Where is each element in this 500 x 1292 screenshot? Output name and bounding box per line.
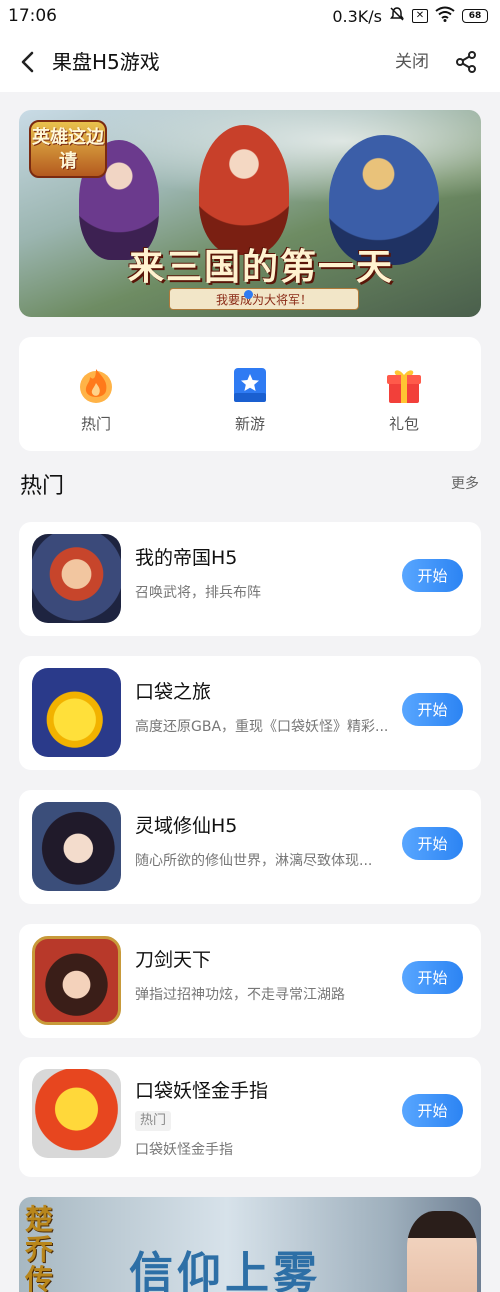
nav-label-new: 新游	[234, 415, 265, 433]
banner2-character	[407, 1211, 477, 1292]
network-speed: 0.3K/s	[332, 6, 382, 26]
status-bar: 17:06 0.3K/s ✕ 68	[0, 0, 500, 32]
share-icon[interactable]	[452, 48, 480, 76]
game-name: 刀剑天下	[135, 949, 212, 971]
section-title: 热门	[20, 474, 65, 499]
sim-blocked-icon: ✕	[412, 9, 428, 23]
status-icons: 0.3K/s ✕ 68	[332, 6, 488, 26]
carousel-indicator-dot[interactable]	[244, 290, 253, 299]
nav-item-hot[interactable]: 热门	[19, 337, 173, 451]
game-card[interactable]: 口袋妖怪金手指 热门 口袋妖怪金手指 开始	[19, 1057, 481, 1177]
game-description: 随心所欲的修仙世界，淋漓尽致体现...	[135, 853, 373, 869]
close-button[interactable]: 关闭	[395, 49, 429, 75]
wifi-icon	[435, 6, 455, 26]
start-button[interactable]: 开始	[402, 827, 463, 860]
game-icon-pocket-journey	[32, 668, 121, 757]
game-card[interactable]: 灵域修仙H5 随心所欲的修仙世界，淋漓尽致体现... 开始	[19, 790, 481, 904]
start-button[interactable]: 开始	[402, 559, 463, 592]
game-icon-sword-world	[32, 936, 121, 1025]
banner-character-red	[199, 125, 289, 255]
nav-item-new[interactable]: 新游	[173, 337, 327, 451]
game-name: 我的帝国H5	[135, 547, 238, 569]
more-link[interactable]: 更多	[451, 473, 479, 493]
start-button[interactable]: 开始	[402, 1094, 463, 1127]
nav-label-hot: 热门	[80, 415, 111, 433]
game-icon-pokemon-cheat	[32, 1069, 121, 1158]
start-button[interactable]: 开始	[402, 693, 463, 726]
game-description: 高度还原GBA，重现《口袋妖怪》精彩...	[135, 719, 389, 735]
game-description: 口袋妖怪金手指	[135, 1142, 233, 1158]
game-tag: 热门	[135, 1111, 172, 1131]
promo-banner-2[interactable]: 楚乔传 信仰上雾	[19, 1197, 481, 1292]
nav-item-gift[interactable]: 礼包	[327, 337, 481, 451]
gift-icon	[384, 365, 424, 405]
banner-game-logo: 英雄这边请	[29, 120, 107, 178]
banner2-game-logo: 楚乔传	[25, 1203, 54, 1292]
game-name: 口袋之旅	[135, 681, 212, 703]
banner2-title: 信仰上雾	[129, 1248, 321, 1292]
app-header: 果盘H5游戏 关闭	[0, 32, 500, 92]
game-name: 口袋妖怪金手指	[135, 1080, 269, 1102]
game-name: 灵域修仙H5	[135, 815, 238, 837]
banner-subtitle: 我要成为大将军！	[169, 288, 359, 310]
game-icon-lingyu	[32, 802, 121, 891]
banner-title: 来三国的第一天	[127, 246, 394, 288]
game-icon-my-empire	[32, 534, 121, 623]
game-description: 弹指过招神功炫，不走寻常江湖路	[135, 987, 345, 1003]
quick-nav: 热门 新游 礼包	[19, 337, 481, 451]
start-button[interactable]: 开始	[402, 961, 463, 994]
game-description: 召唤武将，排兵布阵	[135, 585, 261, 601]
page-title: 果盘H5游戏	[52, 50, 160, 74]
game-card[interactable]: 口袋之旅 高度还原GBA，重现《口袋妖怪》精彩... 开始	[19, 656, 481, 770]
battery-icon: 68	[462, 9, 488, 23]
nav-label-gift: 礼包	[388, 415, 419, 433]
game-card[interactable]: 刀剑天下 弹指过招神功炫，不走寻常江湖路 开始	[19, 924, 481, 1038]
status-time: 17:06	[8, 6, 57, 26]
new-game-star-icon	[230, 365, 270, 405]
mute-icon	[389, 6, 405, 26]
back-arrow-icon[interactable]	[14, 48, 40, 76]
game-card[interactable]: 我的帝国H5 召唤武将，排兵布阵 开始	[19, 522, 481, 636]
fire-icon	[76, 365, 116, 405]
promo-banner[interactable]: 英雄这边请 来三国的第一天 我要成为大将军！	[19, 110, 481, 317]
